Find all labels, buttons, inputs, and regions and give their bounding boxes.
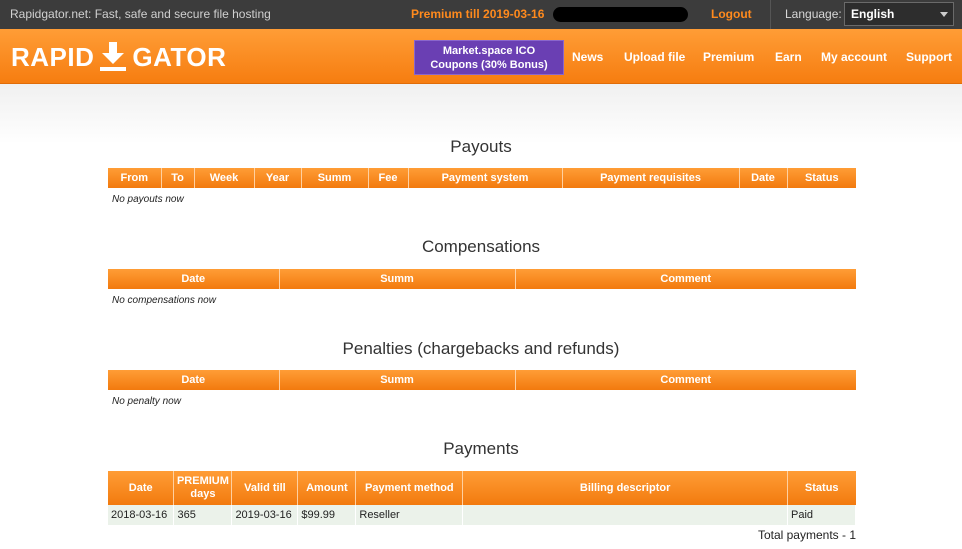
col-summ: Summ <box>301 168 369 188</box>
cell-date: 2018-03-16 <box>108 505 175 525</box>
col-comment: Comment <box>515 269 856 289</box>
main-content: Payouts From To Week Year Summ Fee Payme… <box>0 84 962 549</box>
cell-billing-descriptor <box>462 505 788 525</box>
col-from: From <box>108 168 162 188</box>
total-payments: Total payments - 1 <box>757 528 856 542</box>
col-summ: Summ <box>279 370 516 390</box>
cell-status: Paid <box>787 505 857 525</box>
promo-line-2: Coupons (30% Bonus) <box>430 59 548 71</box>
col-amount: Amount <box>297 471 357 505</box>
col-to: To <box>161 168 195 188</box>
cell-payment-method: Reseller <box>355 505 464 525</box>
nav-premium[interactable]: Premium <box>703 50 754 64</box>
site-header: RAPID GATOR Market.space ICO Coupons (30… <box>0 29 962 84</box>
col-date: Date <box>108 370 280 390</box>
compensations-title: Compensations <box>421 237 541 256</box>
col-week: Week <box>194 168 255 188</box>
logo-text-right: GATOR <box>132 41 227 72</box>
payments-title: Payments <box>443 439 519 458</box>
premium-status: Premium till 2019-03-16 <box>411 7 545 21</box>
nav-upload-file[interactable]: Upload file <box>624 50 685 64</box>
cell-amount: $99.99 <box>297 505 357 525</box>
penalties-table: Date Summ Comment <box>108 370 856 390</box>
nav-earn[interactable]: Earn <box>775 50 802 64</box>
logo[interactable]: RAPID GATOR <box>11 42 226 72</box>
logout-link[interactable]: Logout <box>711 7 752 21</box>
col-status: Status <box>787 471 856 505</box>
language-select[interactable]: English <box>844 2 954 26</box>
col-payment-requisites: Payment requisites <box>562 168 740 188</box>
col-date: Date <box>739 168 788 188</box>
nav-my-account[interactable]: My account <box>821 50 887 64</box>
site-tagline: Rapidgator.net: Fast, safe and secure fi… <box>10 7 271 21</box>
compensations-table: Date Summ Comment <box>108 269 856 289</box>
divider <box>770 0 771 29</box>
language-selected-value: English <box>851 7 895 21</box>
chevron-down-icon <box>940 12 948 17</box>
promo-line-1: Market.space ICO <box>442 45 536 57</box>
redacted-username <box>553 7 688 22</box>
payments-table: Date PREMIUM days Valid till Amount Paym… <box>108 471 857 525</box>
col-date: Date <box>108 471 175 505</box>
compensations-empty: No compensations now <box>112 295 216 306</box>
penalties-empty: No penalty now <box>112 396 181 407</box>
download-arrow-icon <box>100 42 127 71</box>
top-bar: Rapidgator.net: Fast, safe and secure fi… <box>0 0 962 29</box>
col-comment: Comment <box>515 370 856 390</box>
payouts-table: From To Week Year Summ Fee Payment syste… <box>108 168 856 188</box>
cell-premium-days: 365 <box>173 505 233 525</box>
penalties-title: Penalties (chargebacks and refunds) <box>342 339 620 358</box>
payouts-title: Payouts <box>450 137 512 156</box>
col-payment-system: Payment system <box>408 168 563 188</box>
col-date: Date <box>108 269 280 289</box>
col-summ: Summ <box>279 269 516 289</box>
col-status: Status <box>787 168 856 188</box>
nav-news[interactable]: News <box>572 50 603 64</box>
nav-support[interactable]: Support <box>906 50 952 64</box>
col-fee: Fee <box>368 168 409 188</box>
col-valid-till: Valid till <box>231 471 299 505</box>
cell-valid-till: 2019-03-16 <box>231 505 299 525</box>
col-premium-days: PREMIUM days <box>173 471 233 505</box>
col-payment-method: Payment method <box>355 471 464 505</box>
language-label: Language: <box>785 7 842 21</box>
table-row: 2018-03-16 365 2019-03-16 $99.99 Reselle… <box>108 505 857 525</box>
promo-banner[interactable]: Market.space ICO Coupons (30% Bonus) <box>414 40 564 75</box>
col-year: Year <box>254 168 302 188</box>
payouts-empty: No payouts now <box>112 194 184 205</box>
logo-text-left: RAPID <box>11 41 95 72</box>
col-billing-descriptor: Billing descriptor <box>462 471 788 505</box>
